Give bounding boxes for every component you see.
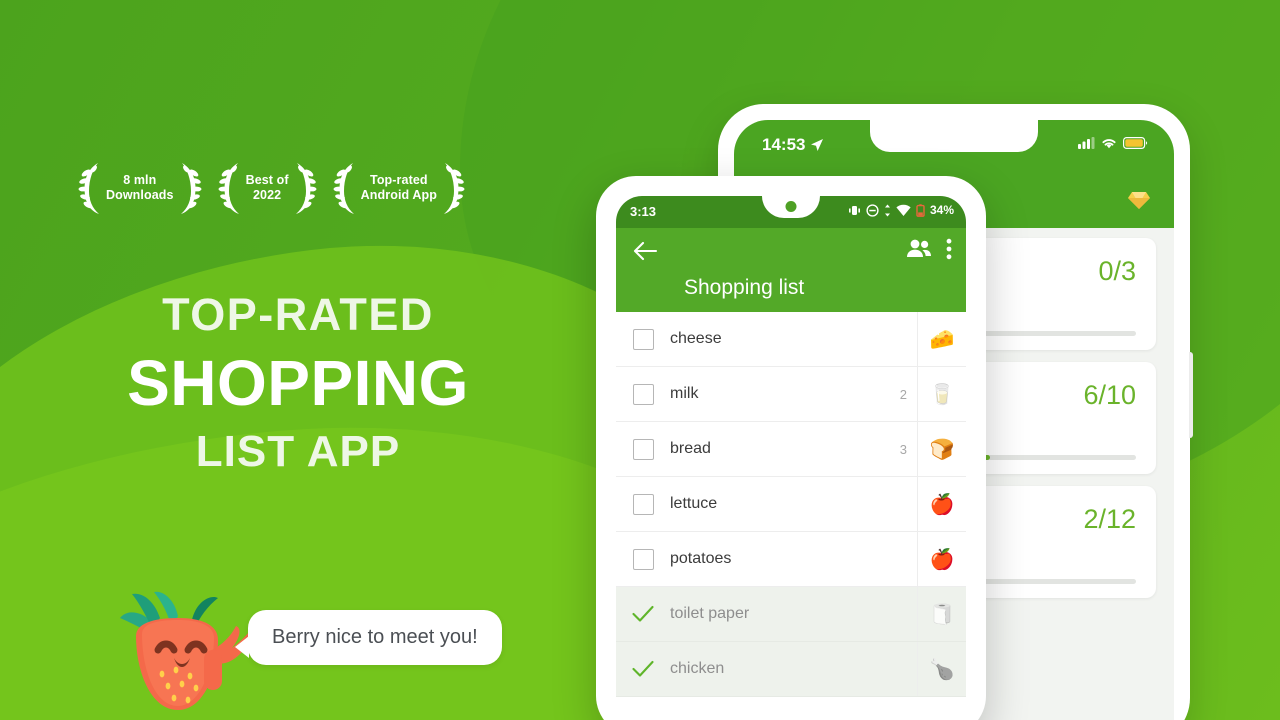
wifi-icon (1102, 139, 1116, 149)
list-item-completed[interactable]: chicken 🍗 (616, 642, 966, 697)
more-vertical-icon[interactable] (946, 238, 952, 260)
item-check-mark[interactable] (616, 660, 670, 678)
phone-back-side-button[interactable] (1189, 352, 1193, 438)
downloads-badge-text: 8 mln Downloads (106, 173, 174, 202)
check-icon (632, 660, 654, 677)
laurel-left-icon (333, 163, 354, 214)
sync-arrows-icon (884, 204, 890, 216)
laurel-left-icon (218, 163, 239, 214)
people-icon[interactable] (906, 238, 932, 260)
item-label: chicken (670, 660, 725, 677)
do-not-disturb-icon (866, 203, 879, 217)
item-checkbox[interactable] (616, 548, 670, 570)
battery-full-icon (1123, 137, 1148, 149)
item-label: lettuce (670, 495, 718, 512)
android-status-bar: 3:13 34% (616, 196, 966, 228)
laurel-right-icon (295, 163, 317, 214)
diamond-icon[interactable] (1126, 187, 1152, 213)
item-checkbox[interactable] (616, 493, 670, 515)
item-quantity: 2 (899, 386, 907, 402)
list-item-completed[interactable]: toilet paper 🧻 (616, 587, 966, 642)
battery-low-icon (916, 203, 925, 217)
award-badges: 8 mln Downloads Best of 2022 Top-rated A… (78, 160, 465, 216)
item-emoji-icon: 🍎 (917, 477, 966, 531)
speech-bubble-text: Berry nice to meet you! (272, 626, 478, 648)
android-app-bar: Shopping list (616, 228, 966, 312)
item-quantity: 3 (899, 441, 907, 457)
list-item[interactable]: cheese 🧀 (616, 312, 966, 367)
android-page-title: Shopping list (684, 276, 805, 299)
android-app-bar-actions (906, 238, 952, 260)
ios-status-icons (1078, 137, 1148, 149)
item-emoji-icon: 🥛 (917, 367, 966, 421)
promo-banner: 8 mln Downloads Best of 2022 Top-rated A… (0, 0, 1280, 720)
list-item[interactable]: bread 3 🍞 (616, 422, 966, 477)
item-emoji-icon: 🧻 (917, 587, 966, 641)
top-rated-badge: Top-rated Android App (333, 160, 465, 216)
item-check-mark[interactable] (616, 605, 670, 623)
laurel-right-icon (443, 163, 465, 214)
list-item[interactable]: milk 2 🥛 (616, 367, 966, 422)
vibrate-icon (848, 205, 860, 215)
laurel-left-icon (78, 163, 99, 214)
best-of-badge: Best of 2022 (218, 160, 317, 216)
battery-percent-label: 34% (929, 203, 954, 217)
location-arrow-icon (811, 139, 824, 151)
headline-line-3: LIST APP (195, 427, 401, 476)
item-label: toilet paper (670, 605, 750, 622)
item-checkbox[interactable] (616, 438, 670, 460)
front-camera-icon (785, 201, 797, 212)
laurel-right-icon (180, 163, 202, 214)
item-checkbox[interactable] (616, 383, 670, 405)
top-rated-badge-text: Top-rated Android App (360, 173, 437, 202)
item-label: potatoes (670, 550, 732, 567)
phone-front-device: 3:13 34% Shopping list cheese 🧀 milk 2 🥛… (596, 176, 986, 720)
mascot-speech-bubble: Berry nice to meet you! (235, 610, 502, 665)
cellular-bars-icon (1078, 137, 1095, 149)
item-emoji-icon: 🧀 (917, 312, 966, 366)
downloads-badge: 8 mln Downloads (78, 160, 202, 216)
item-label: cheese (670, 330, 722, 347)
best-of-badge-text: Best of 2022 (245, 173, 289, 202)
item-label: bread (670, 440, 711, 457)
ios-status-bar: 14:53 (734, 120, 1174, 172)
ios-notch (870, 120, 1038, 152)
speech-bubble-tail (235, 636, 249, 658)
back-arrow-icon[interactable] (632, 238, 658, 264)
item-label: milk (670, 385, 699, 402)
headline-line-1: TOP-RATED (162, 289, 434, 340)
android-status-icons: 34% (848, 203, 954, 217)
wifi-icon (896, 204, 911, 216)
android-time-label: 3:13 (630, 204, 657, 219)
phone-front-screen: 3:13 34% Shopping list cheese 🧀 milk 2 🥛… (616, 196, 966, 720)
shopping-item-list: cheese 🧀 milk 2 🥛 bread 3 🍞 lettuce 🍎 po… (616, 312, 966, 697)
item-emoji-icon: 🍞 (917, 422, 966, 476)
check-icon (632, 605, 654, 622)
list-item[interactable]: lettuce 🍎 (616, 477, 966, 532)
item-emoji-icon: 🍎 (917, 532, 966, 586)
ios-status-time-group: 14:53 (762, 135, 824, 155)
item-emoji-icon: 🍗 (917, 642, 966, 696)
list-item[interactable]: potatoes 🍎 (616, 532, 966, 587)
headline: TOP-RATED SHOPPING LIST APP (88, 288, 508, 478)
item-checkbox[interactable] (616, 328, 670, 350)
headline-line-2: SHOPPING (127, 347, 469, 419)
ios-time-label: 14:53 (762, 135, 806, 154)
